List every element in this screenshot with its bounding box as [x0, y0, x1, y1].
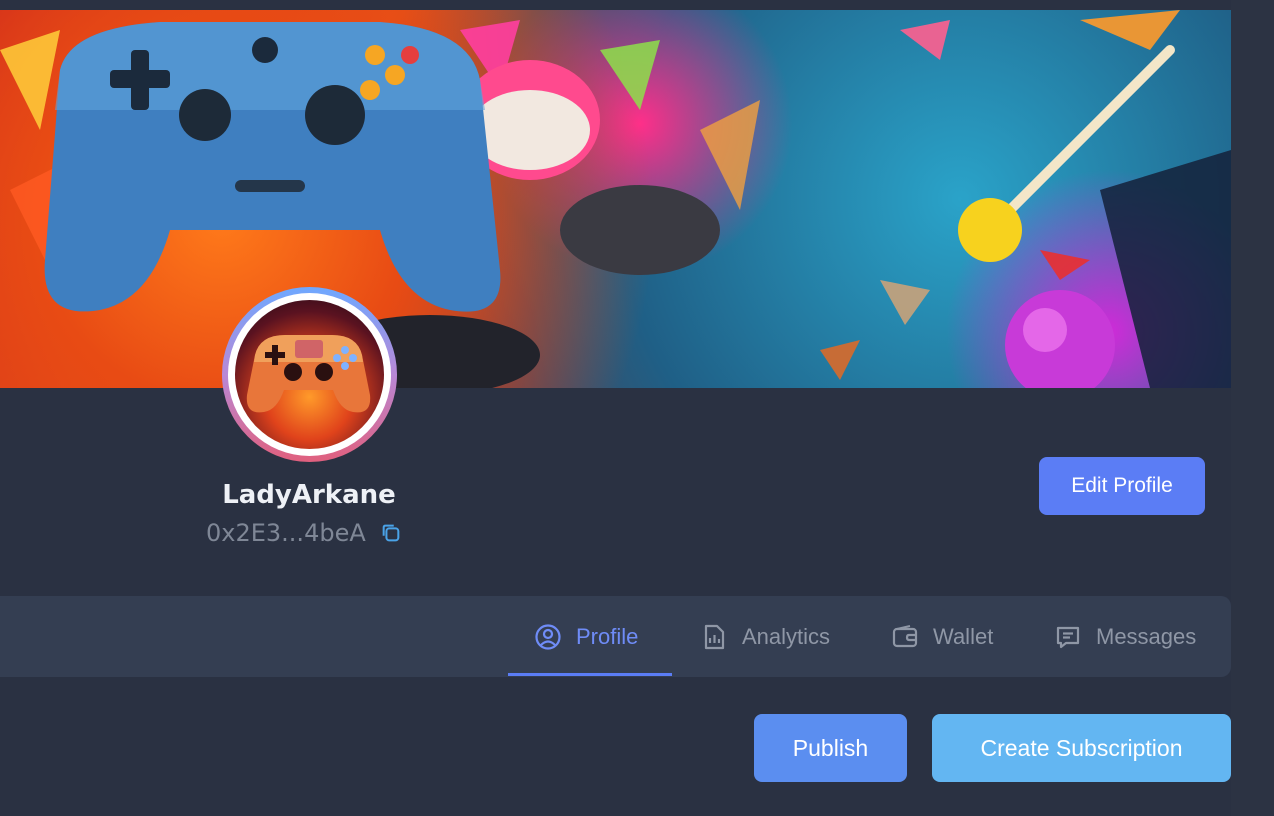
tab-analytics[interactable]: Analytics: [700, 596, 830, 677]
avatar[interactable]: [222, 287, 397, 462]
tab-messages[interactable]: Messages: [1054, 596, 1196, 677]
profile-tab-bar: Profile Analytics Wallet Messages: [0, 596, 1231, 677]
tab-profile[interactable]: Profile: [534, 596, 638, 677]
report-icon: [704, 624, 725, 649]
banner-artwork: [0, 10, 1231, 388]
copy-icon[interactable]: [380, 522, 402, 544]
active-tab-indicator: [508, 673, 672, 676]
tab-wallet[interactable]: Wallet: [891, 596, 993, 677]
wallet-address-row: 0x2E3...4beA: [206, 518, 402, 548]
gamepad-icon: [246, 335, 371, 413]
avatar-frame: [228, 293, 391, 456]
username: LadyArkane: [222, 480, 396, 510]
tab-analytics-label: Analytics: [742, 623, 831, 649]
edit-profile-button[interactable]: Edit Profile: [1039, 457, 1205, 515]
wallet-address: 0x2E3...4beA: [206, 519, 366, 547]
avatar-image: [235, 300, 384, 449]
message-icon: [1056, 626, 1080, 648]
tab-wallet-label: Wallet: [933, 623, 994, 649]
tab-messages-label: Messages: [1096, 623, 1197, 649]
top-strip: [0, 0, 1274, 10]
publish-button[interactable]: Publish: [754, 714, 907, 782]
user-circle-icon: [535, 623, 561, 650]
right-gutter: [1231, 0, 1274, 816]
tab-profile-label: Profile: [576, 623, 639, 649]
profile-banner: [0, 10, 1231, 388]
wallet-icon: [892, 624, 918, 647]
create-subscription-button[interactable]: Create Subscription: [932, 714, 1231, 782]
